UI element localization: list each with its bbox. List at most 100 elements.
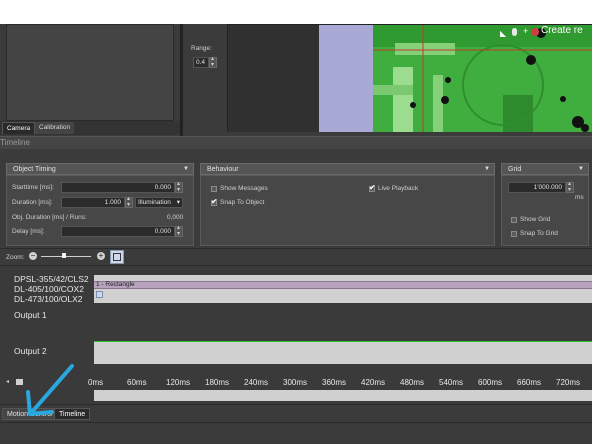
- zoom-label: Zoom:: [6, 254, 25, 261]
- grid-header[interactable]: Grid ▼: [501, 163, 589, 175]
- output2-label: Output 2: [14, 346, 47, 356]
- laser-label: DL-405/100/COX2: [14, 284, 84, 294]
- timeline-titlebar: Timeline: [0, 136, 592, 149]
- cursor-icon: ◣: [500, 29, 507, 38]
- show-messages-label: Show Messages: [220, 185, 268, 192]
- live-playback-checkbox[interactable]: [369, 183, 376, 192]
- time-ruler: ◂ 0ms 60ms 120ms 180ms 240ms 300ms 360ms 420ms 4…: [0, 376, 592, 390]
- output1-track[interactable]: [94, 342, 592, 364]
- plus-icon: +: [523, 26, 529, 36]
- fit-view-icon[interactable]: [110, 250, 124, 264]
- camera-canvas: [228, 25, 319, 132]
- grid-unit: ms: [575, 194, 584, 201]
- time-tick-label: 120ms: [166, 378, 191, 387]
- annotation-arrow-icon: [26, 364, 74, 416]
- obj-duration-value: 0,000: [167, 214, 184, 221]
- range-spinner[interactable]: [209, 55, 217, 68]
- delay-label: Delay [ms]:: [12, 228, 45, 235]
- zoom-slider-handle[interactable]: [62, 253, 66, 258]
- starttime-input[interactable]: 0.000: [61, 182, 175, 193]
- snap-to-object-label: Snap To Object: [220, 199, 265, 206]
- camera-controls: Range: 0.4: [183, 24, 227, 136]
- live-playback-label: Live Playback: [378, 185, 419, 192]
- time-tick-label: 240ms: [244, 378, 269, 387]
- object-marker[interactable]: [96, 291, 103, 298]
- snap-to-grid-checkbox[interactable]: [511, 231, 517, 237]
- time-tick-label: 300ms: [283, 378, 308, 387]
- create-shape-icon: [531, 28, 539, 36]
- tab-calibration[interactable]: Calibration: [35, 122, 75, 134]
- camera-thumbnail: [6, 24, 174, 121]
- time-tick-label: 0ms: [88, 378, 104, 387]
- laser-track[interactable]: [94, 275, 592, 303]
- range-input[interactable]: 0.4: [193, 57, 209, 68]
- delay-input[interactable]: 0.000: [61, 226, 175, 237]
- output1-label: Output 1: [14, 310, 47, 320]
- snap-to-object-checkbox[interactable]: [211, 197, 218, 206]
- zoom-in-icon[interactable]: +: [97, 252, 105, 260]
- duration-input[interactable]: 1.000: [61, 197, 125, 208]
- scroll-left-icon[interactable]: ◂: [6, 378, 9, 385]
- live-camera-image: ◣ + Create re: [373, 25, 592, 132]
- show-messages-checkbox[interactable]: [211, 186, 217, 192]
- zoom-slider[interactable]: [41, 253, 91, 258]
- rectangle-clip[interactable]: 1 - Rectangle: [94, 281, 592, 289]
- camera-image-drawing: [373, 25, 592, 132]
- duration-mode-select[interactable]: Illumination ▾: [135, 197, 183, 208]
- rectangle-clip-label: 1 - Rectangle: [96, 281, 135, 288]
- show-grid-label: Show Grid: [520, 216, 551, 223]
- snap-to-grid-label: Snap To Grid: [520, 230, 558, 237]
- collapse-arrow-icon[interactable]: ▼: [484, 164, 490, 175]
- time-tick-label: 720ms: [556, 378, 581, 387]
- object-timing-panel: Object Timing ▼ Starttime [ms]: 0.000 Du…: [6, 163, 194, 246]
- grid-panel: Grid ▼ 1'000.000 ms Show Grid Snap To Gr…: [501, 163, 592, 246]
- timeline-title: Timeline: [0, 138, 30, 147]
- app-window: Camera Calibration Range: 0.4 ▴ ▾ ◣ + Cr…: [0, 24, 592, 444]
- collapse-arrow-icon[interactable]: ▼: [578, 164, 584, 175]
- behaviour-panel: Behaviour ▼ Show Messages Snap To Object…: [200, 163, 495, 246]
- bottom-divider: [0, 422, 592, 423]
- range-label: Range:: [191, 45, 212, 52]
- show-grid-checkbox[interactable]: [511, 217, 517, 223]
- camera-thumbnail-panel: [0, 24, 180, 121]
- zoom-out-icon[interactable]: −: [29, 252, 37, 260]
- zoom-bar: Zoom: − +: [0, 248, 592, 266]
- time-tick-label: 420ms: [361, 378, 386, 387]
- mouse-icon: [512, 28, 517, 36]
- bottom-tabbar: Motion Control Timeline: [0, 404, 592, 444]
- grid-title: Grid: [508, 166, 522, 173]
- object-timing-header[interactable]: Object Timing ▼: [6, 163, 194, 175]
- duration-label: Duration [ms]:: [12, 199, 53, 206]
- object-timing-title: Object Timing: [13, 166, 56, 173]
- laser-label: DL-473/100/OLX2: [14, 294, 83, 304]
- object-timing-body: Starttime [ms]: 0.000 Duration [ms]: 1.0…: [6, 175, 194, 246]
- camera-view: ◣ + Create re: [227, 24, 592, 132]
- behaviour-title: Behaviour: [207, 166, 239, 173]
- time-tick-label: 600ms: [478, 378, 503, 387]
- behaviour-header[interactable]: Behaviour ▼: [200, 163, 495, 175]
- time-tick-label: 360ms: [322, 378, 347, 387]
- laser-label: DPSL-355/42/CLS2: [14, 274, 89, 284]
- grid-interval-input[interactable]: 1'000.000: [508, 182, 566, 193]
- starttime-spinner[interactable]: [175, 180, 183, 193]
- time-tick-label: 180ms: [205, 378, 230, 387]
- dropdown-arrow-icon: ▾: [176, 199, 180, 206]
- duration-mode-value: Illumination: [138, 199, 171, 206]
- fit-view-glyph: [113, 253, 121, 261]
- obj-duration-label: Obj. Duration [ms] / Runs:: [12, 214, 87, 221]
- delay-spinner[interactable]: [175, 224, 183, 237]
- time-tick-label: 540ms: [439, 378, 464, 387]
- starttime-label: Starttime [ms]:: [12, 184, 54, 191]
- time-tick-label: 480ms: [400, 378, 425, 387]
- time-tick-label: 660ms: [517, 378, 542, 387]
- lavender-region: [319, 25, 373, 132]
- duration-spinner[interactable]: [125, 195, 133, 208]
- time-tick-label: 60ms: [127, 378, 147, 387]
- grid-interval-spinner[interactable]: [566, 180, 574, 193]
- left-tabbar: Camera Calibration: [0, 121, 180, 135]
- overlay-hint-text: Create re: [541, 25, 583, 36]
- behaviour-body: Show Messages Snap To Object Live Playba…: [200, 175, 495, 246]
- tab-camera[interactable]: Camera: [2, 122, 36, 134]
- grid-body: 1'000.000 ms Show Grid Snap To Grid: [501, 175, 589, 246]
- collapse-arrow-icon[interactable]: ▼: [183, 164, 189, 175]
